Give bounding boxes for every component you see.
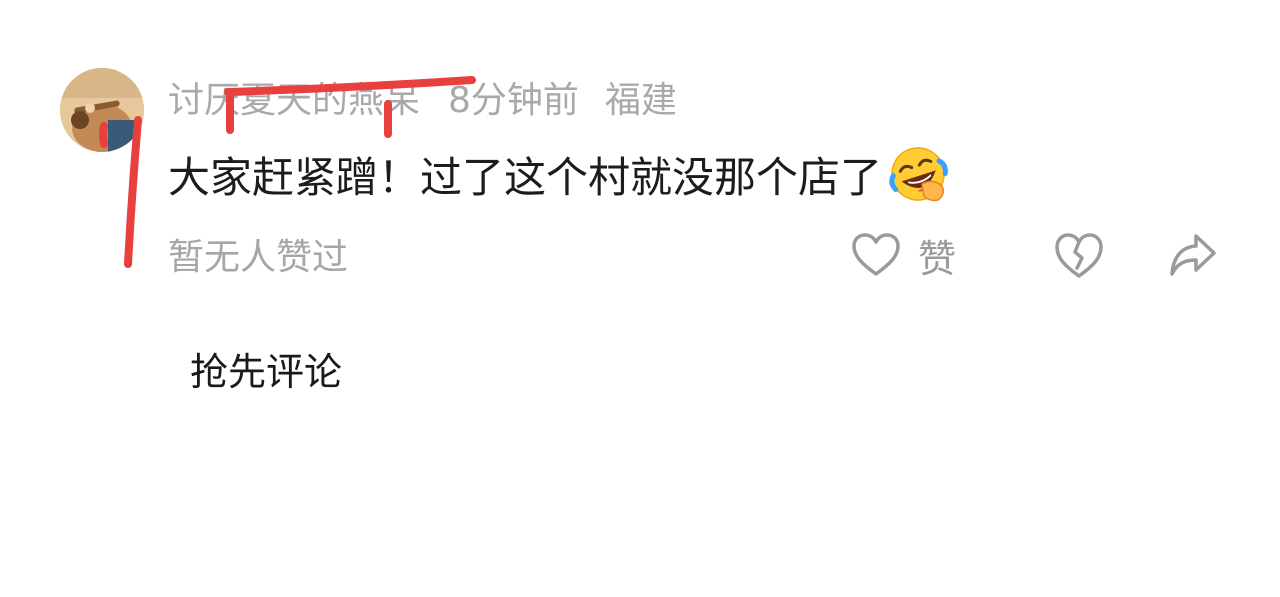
dislike-button[interactable] [1052,228,1106,282]
like-button[interactable]: 赞 [850,226,956,284]
comment-item: 讨厌夏天的燕呆 8分钟前 福建 大家赶紧蹭！过了这个村就没那个店了 暂无人赞过 … [0,0,1280,300]
comment-meta: 讨厌夏天的燕呆 8分钟前 福建 [168,72,677,122]
avatar-image [60,68,144,152]
comment-body: 大家赶紧蹭！过了这个村就没那个店了 [168,145,950,203]
rolling-on-floor-laughing-emoji [886,144,950,204]
broken-heart-icon [1055,233,1103,278]
comment-text: 大家赶紧蹭！过了这个村就没那个店了 [168,152,883,202]
username[interactable]: 讨厌夏天的燕呆 [168,71,420,123]
avatar[interactable] [60,68,144,152]
heart-outline-icon [852,233,900,276]
first-comment-prompt[interactable]: 抢先评论 [190,342,342,394]
share-arrow-icon [1170,234,1216,276]
likes-status: 暂无人赞过 [168,237,349,278]
share-button[interactable] [1166,228,1220,282]
location: 福建 [604,80,677,121]
timestamp: 8分钟前 [448,80,579,121]
like-label: 赞 [918,236,957,281]
